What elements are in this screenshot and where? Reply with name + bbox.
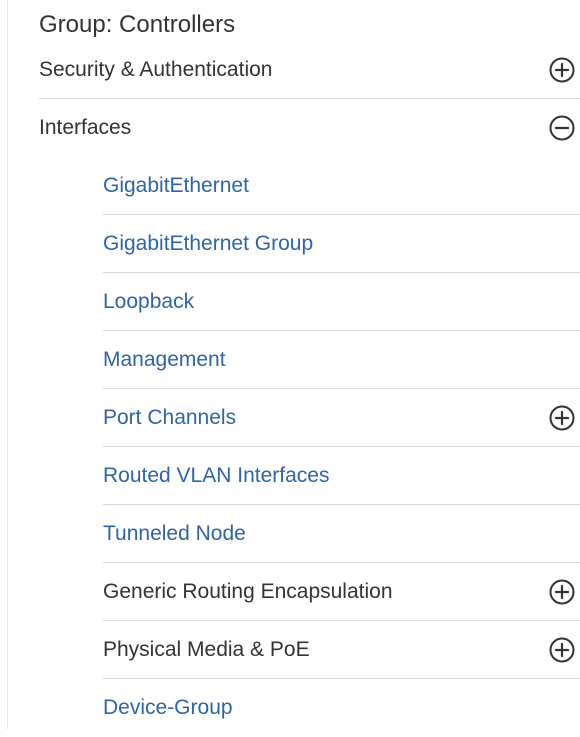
- submenu-item-label: GigabitEthernet Group: [103, 232, 314, 255]
- submenu-item-label: Loopback: [103, 290, 195, 313]
- submenu-item-gigabitethernet[interactable]: GigabitEthernet: [103, 157, 580, 215]
- submenu-item-label: Tunneled Node: [103, 522, 246, 545]
- group-title: Group: Controllers: [39, 11, 236, 38]
- submenu-item-label: Generic Routing Encapsulation: [103, 580, 393, 603]
- menu-item-security-authentication[interactable]: Security & Authentication: [39, 41, 580, 99]
- menu-item-label: Security & Authentication: [39, 58, 273, 81]
- submenu-item-device-group[interactable]: Device-Group: [103, 679, 580, 737]
- panel-divider: [7, 0, 8, 729]
- submenu-item-port-channels[interactable]: Port Channels: [103, 389, 580, 447]
- submenu-item-label: GigabitEthernet: [103, 174, 249, 197]
- submenu-item-generic-routing-encapsulation[interactable]: Generic Routing Encapsulation: [103, 563, 580, 621]
- navigation-panel: Group: Controllers Security & Authentica…: [0, 0, 580, 729]
- submenu-item-label: Device-Group: [103, 696, 233, 719]
- submenu-item-tunneled-node[interactable]: Tunneled Node: [103, 505, 580, 563]
- expand-icon[interactable]: [548, 578, 576, 606]
- menu-item-interfaces[interactable]: Interfaces: [39, 99, 580, 157]
- submenu-item-management[interactable]: Management: [103, 331, 580, 389]
- submenu-item-physical-media-poe[interactable]: Physical Media & PoE: [103, 621, 580, 679]
- submenu-item-routed-vlan-interfaces[interactable]: Routed VLAN Interfaces: [103, 447, 580, 505]
- collapse-icon[interactable]: [548, 114, 576, 142]
- expand-icon[interactable]: [548, 636, 576, 664]
- expand-icon[interactable]: [548, 56, 576, 84]
- submenu-item-gigabitethernet-group[interactable]: GigabitEthernet Group: [103, 215, 580, 273]
- expand-icon[interactable]: [548, 404, 576, 432]
- submenu-item-loopback[interactable]: Loopback: [103, 273, 580, 331]
- submenu-item-label: Management: [103, 348, 226, 371]
- submenu-item-label: Port Channels: [103, 406, 237, 429]
- menu-item-label: Interfaces: [39, 116, 132, 139]
- submenu-item-label: Physical Media & PoE: [103, 638, 310, 661]
- submenu-item-label: Routed VLAN Interfaces: [103, 464, 330, 487]
